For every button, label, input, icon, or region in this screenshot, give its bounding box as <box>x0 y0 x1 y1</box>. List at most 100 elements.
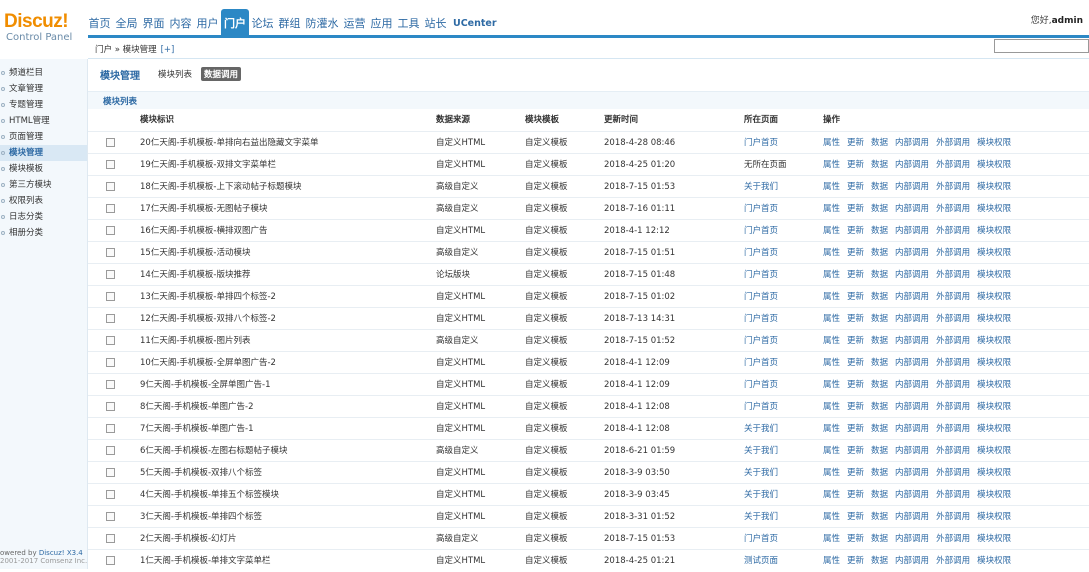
op-link-0[interactable]: 属性 <box>823 292 840 302</box>
op-link-4[interactable]: 外部调用 <box>936 468 970 478</box>
sidebar-item-10[interactable]: 相册分类 <box>0 225 87 241</box>
op-link-5[interactable]: 模块权限 <box>977 556 1011 566</box>
op-link-2[interactable]: 数据 <box>871 292 888 302</box>
row-checkbox[interactable] <box>106 160 115 169</box>
op-link-1[interactable]: 更新 <box>847 226 864 236</box>
tab-module-list[interactable]: 模块列表 <box>155 67 195 81</box>
op-link-5[interactable]: 模块权限 <box>977 534 1011 544</box>
op-link-3[interactable]: 内部调用 <box>895 512 929 522</box>
op-link-2[interactable]: 数据 <box>871 490 888 500</box>
module-page-link[interactable]: 关于我们 <box>744 440 778 462</box>
op-link-1[interactable]: 更新 <box>847 424 864 434</box>
op-link-0[interactable]: 属性 <box>823 358 840 368</box>
op-link-0[interactable]: 属性 <box>823 226 840 236</box>
op-link-5[interactable]: 模块权限 <box>977 512 1011 522</box>
op-link-1[interactable]: 更新 <box>847 556 864 566</box>
op-link-0[interactable]: 属性 <box>823 270 840 280</box>
op-link-0[interactable]: 属性 <box>823 534 840 544</box>
nav-tab-7[interactable]: 群组 <box>276 9 303 36</box>
footer-brand-link[interactable]: Discuz! X3.4 <box>39 549 83 557</box>
op-link-1[interactable]: 更新 <box>847 204 864 214</box>
op-link-0[interactable]: 属性 <box>823 138 840 148</box>
op-link-5[interactable]: 模块权限 <box>977 270 1011 280</box>
op-link-1[interactable]: 更新 <box>847 138 864 148</box>
row-checkbox[interactable] <box>106 182 115 191</box>
sidebar-item-3[interactable]: HTML管理 <box>0 113 87 129</box>
op-link-5[interactable]: 模块权限 <box>977 182 1011 192</box>
nav-tab-13[interactable]: UCenter <box>449 9 499 36</box>
module-page-link[interactable]: 门户首页 <box>744 264 778 286</box>
op-link-4[interactable]: 外部调用 <box>936 270 970 280</box>
op-link-4[interactable]: 外部调用 <box>936 204 970 214</box>
row-checkbox[interactable] <box>106 534 115 543</box>
module-page-link[interactable]: 门户首页 <box>744 352 778 374</box>
sidebar-item-5[interactable]: 模块管理 <box>0 145 87 161</box>
op-link-2[interactable]: 数据 <box>871 270 888 280</box>
op-link-1[interactable]: 更新 <box>847 248 864 258</box>
op-link-0[interactable]: 属性 <box>823 336 840 346</box>
op-link-3[interactable]: 内部调用 <box>895 292 929 302</box>
sidebar-item-7[interactable]: 第三方模块 <box>0 177 87 193</box>
sidebar-item-8[interactable]: 权限列表 <box>0 193 87 209</box>
op-link-5[interactable]: 模块权限 <box>977 314 1011 324</box>
op-link-3[interactable]: 内部调用 <box>895 314 929 324</box>
op-link-2[interactable]: 数据 <box>871 512 888 522</box>
op-link-5[interactable]: 模块权限 <box>977 204 1011 214</box>
op-link-2[interactable]: 数据 <box>871 226 888 236</box>
op-link-5[interactable]: 模块权限 <box>977 490 1011 500</box>
row-checkbox[interactable] <box>106 468 115 477</box>
op-link-5[interactable]: 模块权限 <box>977 160 1011 170</box>
op-link-3[interactable]: 内部调用 <box>895 380 929 390</box>
op-link-3[interactable]: 内部调用 <box>895 182 929 192</box>
nav-tab-5[interactable]: 门户 <box>221 9 249 36</box>
row-checkbox[interactable] <box>106 138 115 147</box>
op-link-3[interactable]: 内部调用 <box>895 160 929 170</box>
op-link-0[interactable]: 属性 <box>823 490 840 500</box>
row-checkbox[interactable] <box>106 292 115 301</box>
op-link-3[interactable]: 内部调用 <box>895 534 929 544</box>
op-link-2[interactable]: 数据 <box>871 248 888 258</box>
sidebar-item-9[interactable]: 日志分类 <box>0 209 87 225</box>
nav-tab-12[interactable]: 站长 <box>422 9 449 36</box>
op-link-4[interactable]: 外部调用 <box>936 446 970 456</box>
menu-search-input[interactable] <box>994 39 1089 53</box>
op-link-3[interactable]: 内部调用 <box>895 446 929 456</box>
module-page-link[interactable]: 门户首页 <box>744 374 778 396</box>
op-link-3[interactable]: 内部调用 <box>895 270 929 280</box>
op-link-5[interactable]: 模块权限 <box>977 446 1011 456</box>
sidebar-item-4[interactable]: 页面管理 <box>0 129 87 145</box>
row-checkbox[interactable] <box>106 204 115 213</box>
op-link-3[interactable]: 内部调用 <box>895 424 929 434</box>
op-link-1[interactable]: 更新 <box>847 292 864 302</box>
op-link-1[interactable]: 更新 <box>847 160 864 170</box>
op-link-1[interactable]: 更新 <box>847 336 864 346</box>
row-checkbox[interactable] <box>106 512 115 521</box>
sidebar-item-1[interactable]: 文章管理 <box>0 81 87 97</box>
module-page-link[interactable]: 关于我们 <box>744 462 778 484</box>
op-link-3[interactable]: 内部调用 <box>895 138 929 148</box>
module-page-link[interactable]: 关于我们 <box>744 176 778 198</box>
op-link-4[interactable]: 外部调用 <box>936 512 970 522</box>
op-link-1[interactable]: 更新 <box>847 402 864 412</box>
op-link-1[interactable]: 更新 <box>847 490 864 500</box>
op-link-2[interactable]: 数据 <box>871 314 888 324</box>
add-shortcut-button[interactable]: [+] <box>161 45 175 55</box>
op-link-5[interactable]: 模块权限 <box>977 138 1011 148</box>
row-checkbox[interactable] <box>106 402 115 411</box>
op-link-1[interactable]: 更新 <box>847 512 864 522</box>
op-link-5[interactable]: 模块权限 <box>977 336 1011 346</box>
op-link-4[interactable]: 外部调用 <box>936 402 970 412</box>
op-link-3[interactable]: 内部调用 <box>895 556 929 566</box>
row-checkbox[interactable] <box>106 358 115 367</box>
op-link-2[interactable]: 数据 <box>871 424 888 434</box>
module-page-link[interactable]: 门户首页 <box>744 242 778 264</box>
op-link-5[interactable]: 模块权限 <box>977 226 1011 236</box>
module-page-link[interactable]: 门户首页 <box>744 220 778 242</box>
op-link-4[interactable]: 外部调用 <box>936 336 970 346</box>
op-link-4[interactable]: 外部调用 <box>936 424 970 434</box>
op-link-2[interactable]: 数据 <box>871 160 888 170</box>
op-link-4[interactable]: 外部调用 <box>936 358 970 368</box>
op-link-4[interactable]: 外部调用 <box>936 138 970 148</box>
op-link-1[interactable]: 更新 <box>847 380 864 390</box>
op-link-1[interactable]: 更新 <box>847 182 864 192</box>
